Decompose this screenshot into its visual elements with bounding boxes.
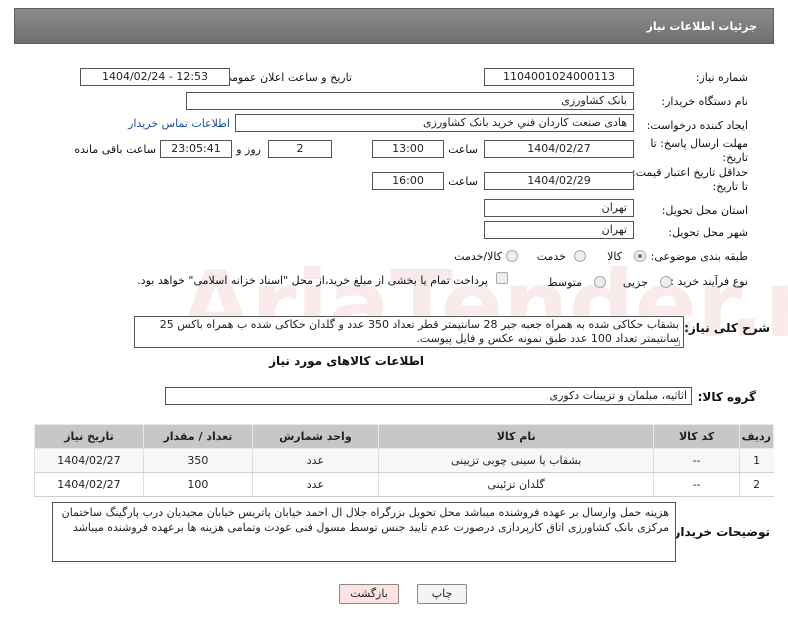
days-field: 2: [268, 140, 332, 158]
cell-row: 1: [738, 448, 774, 473]
creator-field: هادی صنعت کاردان فني خريد بانک کشاورزی: [235, 114, 634, 132]
buyer-org-label: نام دستگاه خریدار:: [661, 95, 748, 108]
cell-date: 1404/02/27: [34, 448, 144, 473]
days-label: روز و: [236, 143, 261, 156]
cell-code: --: [653, 448, 740, 473]
page-header: جزئیات اطلاعات نیاز: [14, 8, 774, 44]
table-row: 1 -- بشقاب یا سینی چوبی تزیینی عدد 350 1…: [34, 448, 774, 473]
category-label: طبقه بندی موضوعی:: [650, 250, 748, 263]
deadline-time-label: ساعت: [448, 143, 478, 156]
remaining-time-label: ساعت باقی مانده: [74, 143, 156, 156]
col-unit: واحد شمارش: [251, 424, 379, 449]
need-number-label: شماره نیاز:: [695, 71, 748, 84]
cell-unit: عدد: [251, 472, 379, 497]
treasury-payment-checkbox[interactable]: [496, 272, 508, 284]
col-row: ردیف: [738, 424, 775, 449]
buyer-notes-label: توضیحات خریدار:: [668, 525, 770, 539]
table-header-row: ردیف کد کالا نام کالا واحد شمارش تعداد /…: [34, 424, 775, 449]
deadline-label: مهلت ارسال پاسخ: تا تاریخ:: [650, 137, 748, 164]
cell-unit: عدد: [251, 448, 379, 473]
buyer-notes-textarea[interactable]: هزینه حمل وارسال بر عهده فروشنده میباشد …: [52, 502, 676, 562]
creator-label: ایجاد کننده درخواست:: [646, 119, 748, 132]
validity-time-label: ساعت: [448, 175, 478, 188]
province-field: تهران: [484, 199, 634, 217]
category-option-service: خدمت: [536, 250, 566, 263]
category-radio-goods[interactable]: [634, 250, 646, 262]
announce-label: تاریخ و ساعت اعلان عمومی:: [219, 71, 352, 84]
page-title: جزئیات اطلاعات نیاز: [646, 20, 758, 33]
resize-handle-icon[interactable]: [674, 340, 680, 346]
cell-quantity: 350: [142, 448, 253, 473]
category-option-goods-service: کالا/خدمت: [454, 250, 502, 263]
cell-name: بشقاب یا سینی چوبی تزیینی: [377, 448, 654, 473]
col-code: کد کالا: [653, 424, 740, 449]
buyer-contact-link[interactable]: اطلاعات تماس خریدار: [128, 117, 230, 130]
need-number-field: 1104001024000113: [484, 68, 634, 86]
validity-time-field: 16:00: [372, 172, 444, 190]
payment-note: پرداخت تمام یا بخشی از مبلغ خرید،از محل …: [137, 274, 488, 287]
deadline-date-field: 1404/02/27: [484, 140, 634, 158]
cell-quantity: 100: [142, 472, 253, 497]
category-option-goods: کالا: [607, 250, 622, 263]
group-label: گروه کالا:: [697, 390, 756, 404]
announce-field: 1404/02/24 - 12:53: [80, 68, 230, 86]
buyer-org-field: بانک کشاورزی: [186, 92, 634, 110]
city-field: تهران: [484, 221, 634, 239]
cell-code: --: [653, 472, 740, 497]
deadline-time-field: 13:00: [372, 140, 444, 158]
process-radio-minor[interactable]: [660, 276, 672, 288]
validity-label: حداقل تاریخ اعتبار قیمت: تا تاریخ:: [632, 166, 748, 193]
province-label: استان محل تحویل:: [661, 204, 748, 217]
items-section-title: اطلاعات کالاهای مورد نیاز: [269, 354, 424, 368]
col-date: تاریخ نیاز: [34, 424, 144, 449]
table-row: 2 -- گلدان تزئینی عدد 100 1404/02/27: [34, 472, 774, 497]
remaining-time-field: 23:05:41: [160, 140, 232, 158]
back-button[interactable]: بازگشت: [339, 584, 399, 604]
category-radio-service[interactable]: [574, 250, 586, 262]
items-table: ردیف کد کالا نام کالا واحد شمارش تعداد /…: [34, 424, 775, 497]
col-name: نام کالا: [377, 424, 655, 449]
col-quantity: تعداد / مقدار: [142, 424, 253, 449]
cell-row: 2: [738, 472, 774, 497]
cell-name: گلدان تزئینی: [377, 472, 654, 497]
print-button[interactable]: چاپ: [417, 584, 467, 604]
category-radio-goods-service[interactable]: [506, 250, 518, 262]
group-field: اثاثیه، مبلمان و تزیینات دکوری: [165, 387, 692, 405]
city-label: شهر محل تحویل:: [668, 226, 748, 239]
cell-date: 1404/02/27: [34, 472, 144, 497]
description-label: شرح کلی نیاز:: [684, 321, 770, 335]
validity-date-field: 1404/02/29: [484, 172, 634, 190]
process-label: نوع فرآیند خرید :: [670, 275, 748, 288]
process-option-medium: متوسط: [547, 276, 582, 289]
description-textarea[interactable]: بشقاب حکاکی شده به همراه جعبه جیر 28 سان…: [134, 316, 684, 348]
process-radio-medium[interactable]: [594, 276, 606, 288]
process-option-minor: جزیی: [622, 276, 648, 289]
